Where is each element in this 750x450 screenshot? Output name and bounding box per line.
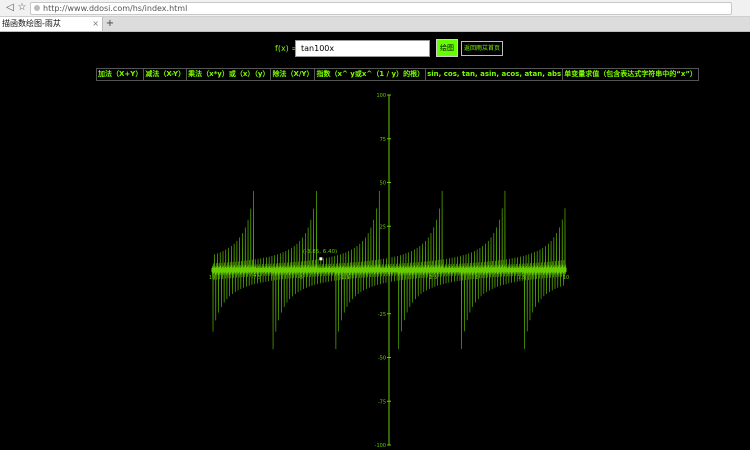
y-tick-label: -25 [378,312,386,318]
help-divide: 除法（X/Y） [270,68,316,81]
back-icon[interactable]: ◁ [4,1,16,14]
y-tick-label: -100 [375,443,386,449]
page-content: f(x) = tan100x 绘图 返回雨苁首页 加法（X+Y） 减法（X-Y）… [0,32,750,450]
help-add: 加法（X+Y） [95,68,145,81]
function-input[interactable]: tan100x [295,40,430,57]
y-tick-label: 100 [376,93,386,99]
address-bar[interactable]: http://www.ddosi.com/hs/index.html [30,2,732,15]
bookmark-icon[interactable]: ☆ [16,1,28,14]
active-tab[interactable]: 描函数绘图-雨苁 × [0,17,103,31]
selected-point[interactable] [319,257,323,261]
x-tick-label: 10 [563,275,569,281]
help-subtract: 减法（X-Y） [143,68,188,81]
close-tab-icon[interactable]: × [92,17,99,31]
help-table: 加法（X+Y） 减法（X-Y） 乘法（x*y）或（x）（y） 除法（X/Y） 指… [95,68,699,81]
y-tick-label: -50 [378,356,386,362]
y-tick-label: -75 [378,399,386,405]
address-text[interactable]: http://www.ddosi.com/hs/index.html [43,3,187,14]
draw-button[interactable]: 绘图 [436,39,458,57]
page-info-icon[interactable] [34,5,40,11]
help-functions: sin, cos, tan, asin, acos, atan, abs [425,68,564,81]
point-coordinates-label: (-3.85, 6.40) [303,249,337,255]
y-tick-label: 25 [380,224,386,230]
help-variable: 单变量求值（包含表达式字符串中的“x”） [562,68,699,81]
tab-strip: 描函数绘图-雨苁 × + [0,17,750,32]
new-tab-button[interactable]: + [104,17,116,31]
tab-title[interactable]: 描函数绘图-雨苁 [2,17,61,31]
browser-toolbar: ◁ ☆ http://www.ddosi.com/hs/index.html [0,0,750,17]
help-exponent: 指数（x^ y或x^（1 / y）的根） [314,68,427,81]
return-home-button[interactable]: 返回雨苁首页 [461,41,503,56]
y-tick-label: 50 [380,181,386,187]
function-graph[interactable]: 100755025-25-50-75-10010 -7.5 -5 -2.5 2.5 5 7.… [0,92,750,450]
help-multiply: 乘法（x*y）或（x）（y） [186,68,272,81]
y-tick-label: 75 [380,137,386,143]
